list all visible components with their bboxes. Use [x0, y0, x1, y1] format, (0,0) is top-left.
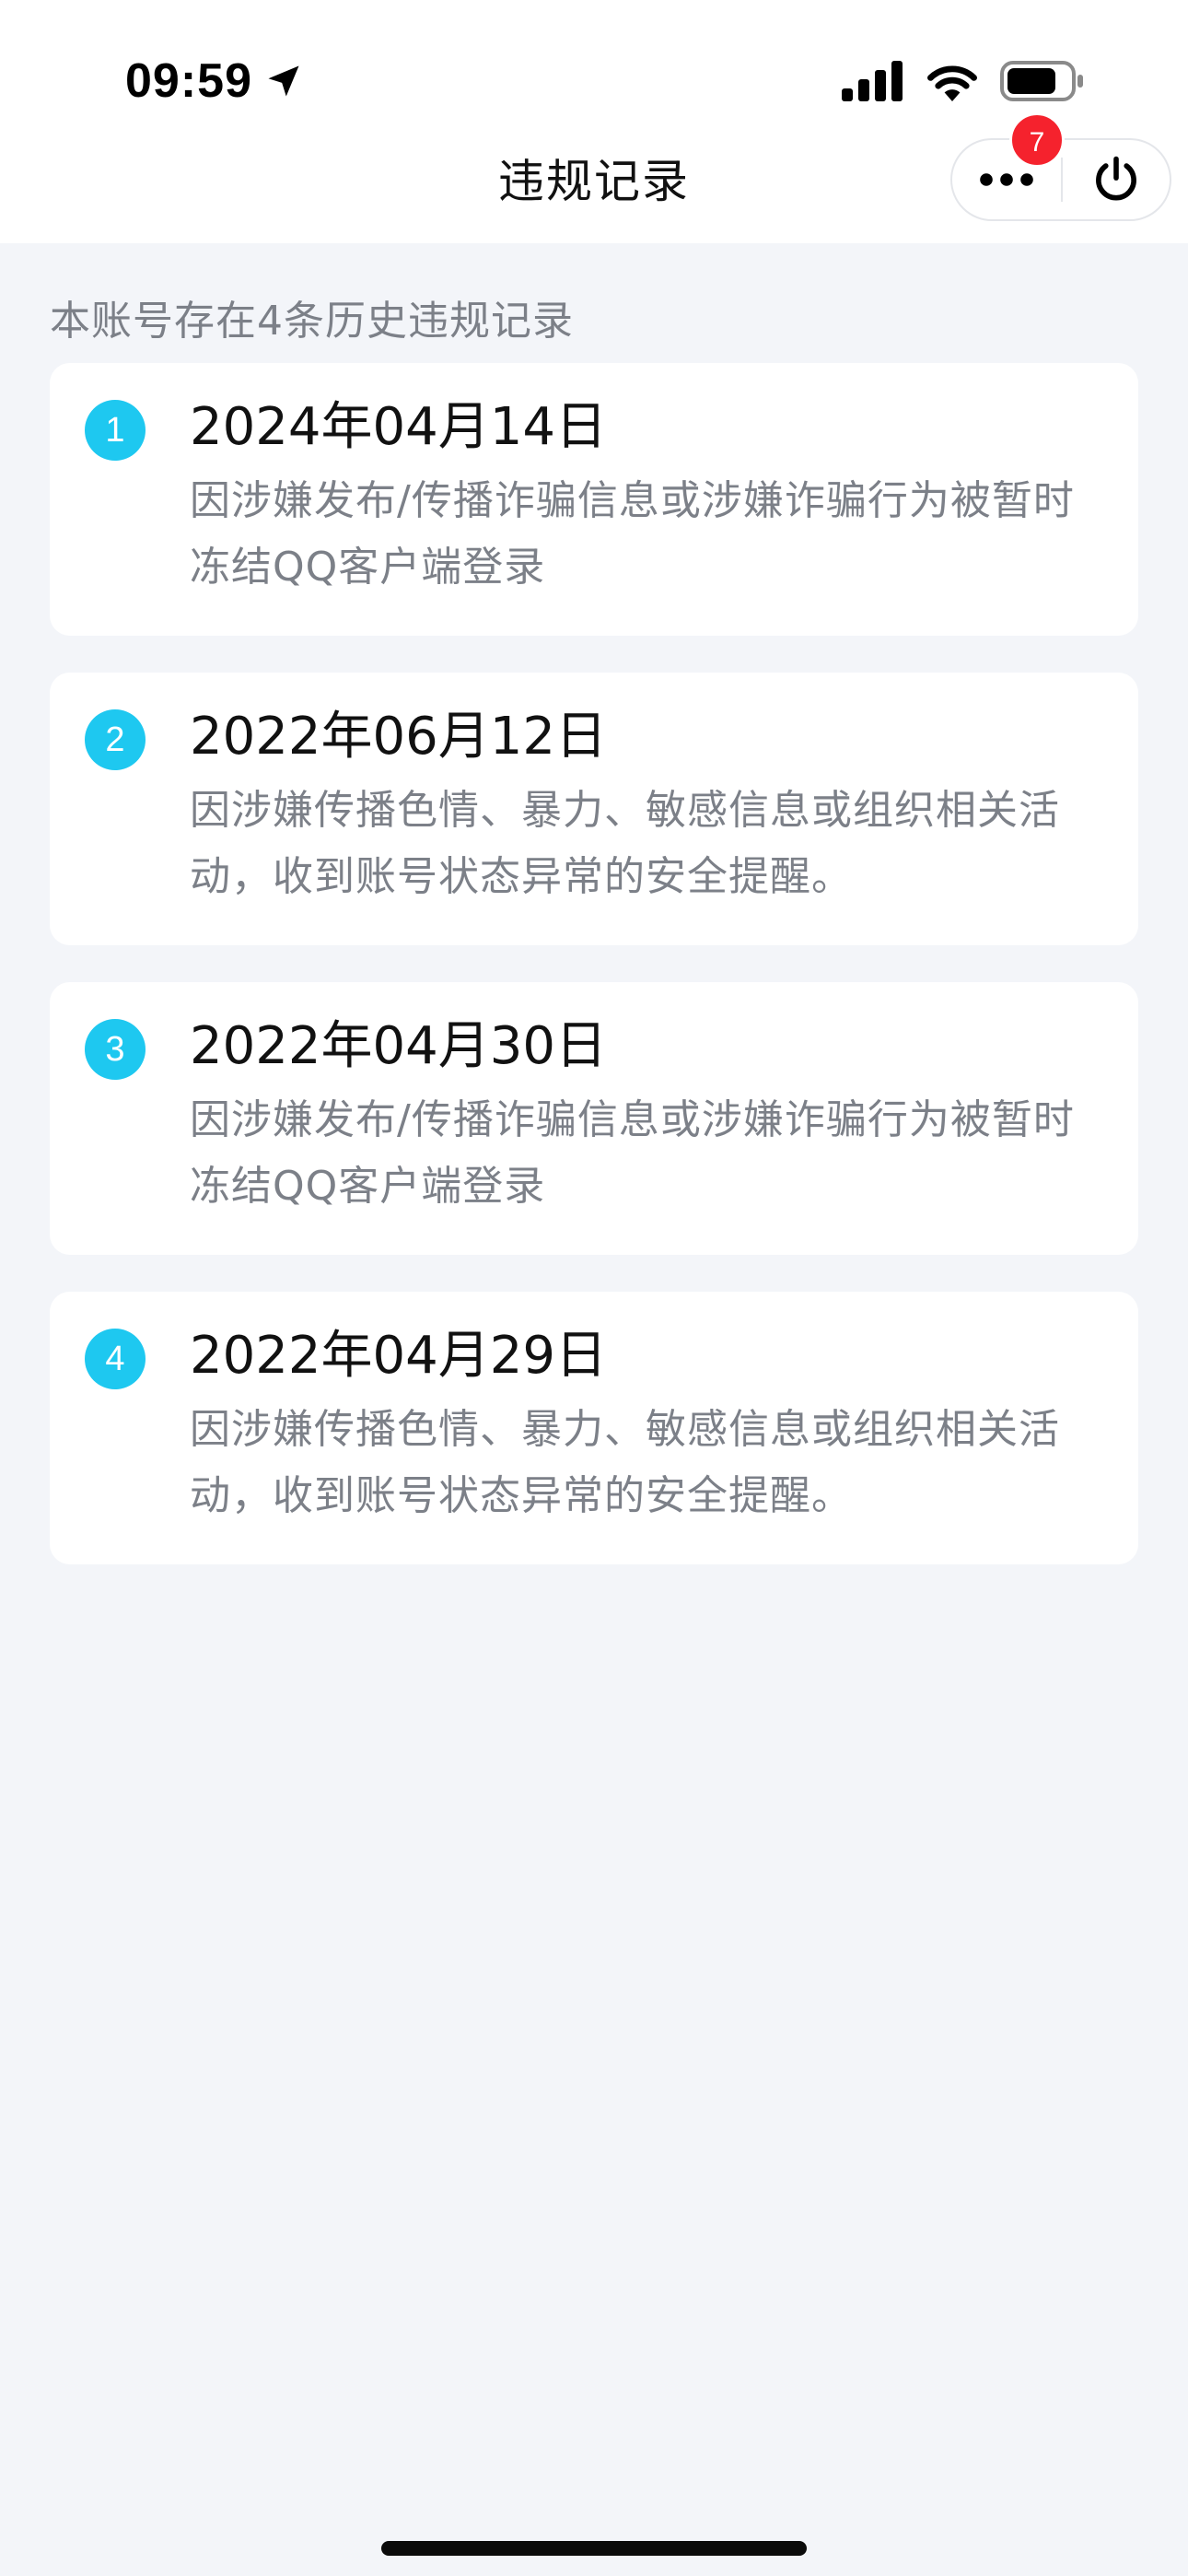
status-time: 09:59: [125, 54, 252, 108]
notification-badge: 7: [1009, 112, 1065, 168]
signal-icon: [842, 61, 903, 101]
record-card-3: 3 2022年04月30日 因涉嫌发布/传播诈骗信息或涉嫌诈骗行为被暂时冻结QQ…: [50, 982, 1138, 1255]
record-description: 因涉嫌发布/传播诈骗信息或涉嫌诈骗行为被暂时冻结QQ客户端登录: [190, 1096, 1075, 1210]
top-area: 09:59 违规记录 7: [0, 0, 1188, 243]
status-icons: [842, 55, 1085, 107]
record-description: 因涉嫌传播色情、暴力、敏感信息或组织相关活动，收到账号状态异常的安全提醒。: [190, 787, 1060, 900]
record-index: 4: [85, 1329, 146, 1389]
record-card-2: 2 2022年06月12日 因涉嫌传播色情、暴力、敏感信息或组织相关活动，收到账…: [50, 673, 1138, 945]
power-icon: [1096, 156, 1136, 201]
more-button[interactable]: 7: [952, 112, 1065, 219]
record-date: 2024年04月14日: [190, 397, 608, 457]
status-time-group: 09:59: [125, 46, 304, 116]
record-description: 因涉嫌传播色情、暴力、敏感信息或组织相关活动，收到账号状态异常的安全提醒。: [190, 1406, 1060, 1519]
nav-bar: 违规记录 7: [0, 112, 1188, 243]
record-index: 1: [85, 400, 146, 461]
home-indicator[interactable]: [381, 2541, 807, 2556]
record-index: 3: [85, 1019, 146, 1080]
wifi-icon: [927, 65, 977, 101]
record-card-4: 4 2022年04月29日 因涉嫌传播色情、暴力、敏感信息或组织相关活动，收到账…: [50, 1292, 1138, 1564]
status-bar: 09:59: [0, 0, 1188, 138]
record-card-1: 1 2024年04月14日 因涉嫌发布/传播诈骗信息或涉嫌诈骗行为被暂时冻结QQ…: [50, 363, 1138, 636]
mini-program-capsule: 7: [950, 112, 1171, 221]
record-date: 2022年04月30日: [190, 1016, 608, 1076]
violation-summary: 本账号存在4条历史违规记录: [50, 298, 574, 345]
record-index: 2: [85, 709, 146, 770]
close-button[interactable]: [1063, 140, 1170, 219]
record-date: 2022年06月12日: [190, 707, 608, 767]
location-arrow-icon: [268, 65, 299, 97]
battery-icon: [1000, 61, 1083, 101]
record-date: 2022年04月29日: [190, 1326, 608, 1386]
record-list: 1 2024年04月14日 因涉嫌发布/传播诈骗信息或涉嫌诈骗行为被暂时冻结QQ…: [50, 363, 1138, 1601]
more-dots-icon: [980, 173, 1033, 186]
record-description: 因涉嫌发布/传播诈骗信息或涉嫌诈骗行为被暂时冻结QQ客户端登录: [190, 477, 1075, 591]
